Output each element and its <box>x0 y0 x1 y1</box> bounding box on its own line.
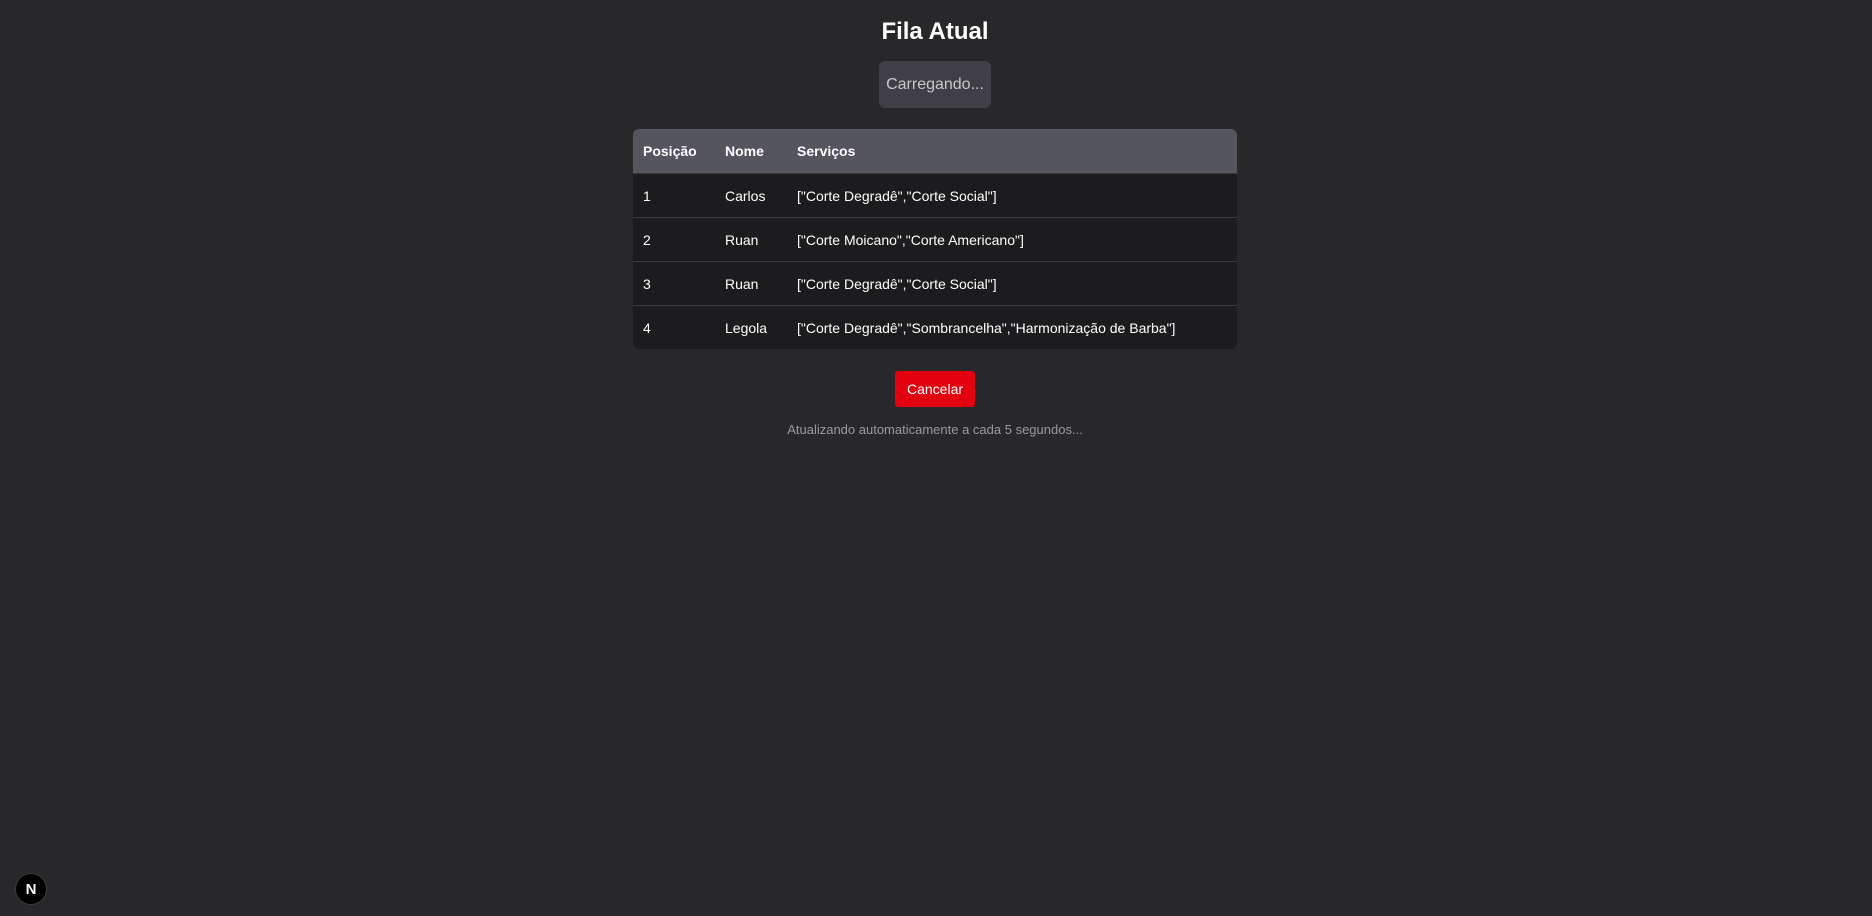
table-row: 2 Ruan ["Corte Moicano","Corte Americano… <box>633 217 1237 261</box>
loading-status: Carregando... <box>879 61 991 108</box>
queue-table: Posição Nome Serviços 1 Carlos ["Corte D… <box>633 129 1237 349</box>
cell-nome: Legola <box>715 305 787 349</box>
cell-posicao: 2 <box>633 217 715 261</box>
nextjs-logo-icon[interactable]: N <box>15 873 47 905</box>
header-nome: Nome <box>715 129 787 173</box>
table-row: 3 Ruan ["Corte Degradê","Corte Social"] <box>633 261 1237 305</box>
header-posicao: Posição <box>633 129 715 173</box>
cell-posicao: 1 <box>633 173 715 217</box>
cell-nome: Carlos <box>715 173 787 217</box>
cell-servicos: ["Corte Moicano","Corte Americano"] <box>787 217 1237 261</box>
cell-servicos: ["Corte Degradê","Corte Social"] <box>787 261 1237 305</box>
auto-refresh-note: Atualizando automaticamente a cada 5 seg… <box>787 422 1083 437</box>
queue-page: Fila Atual Carregando... Posição Nome Se… <box>0 0 1872 916</box>
cell-servicos: ["Corte Degradê","Corte Social"] <box>787 173 1237 217</box>
page-title: Fila Atual <box>881 18 989 45</box>
cancel-button[interactable]: Cancelar <box>895 371 975 407</box>
table-header-row: Posição Nome Serviços <box>633 129 1237 173</box>
header-servicos: Serviços <box>787 129 1237 173</box>
cell-nome: Ruan <box>715 217 787 261</box>
table-row: 4 Legola ["Corte Degradê","Sombrancelha"… <box>633 305 1237 349</box>
cell-posicao: 4 <box>633 305 715 349</box>
table-row: 1 Carlos ["Corte Degradê","Corte Social"… <box>633 173 1237 217</box>
cell-posicao: 3 <box>633 261 715 305</box>
cell-servicos: ["Corte Degradê","Sombrancelha","Harmoni… <box>787 305 1237 349</box>
cell-nome: Ruan <box>715 261 787 305</box>
badge-letter: N <box>25 880 37 898</box>
